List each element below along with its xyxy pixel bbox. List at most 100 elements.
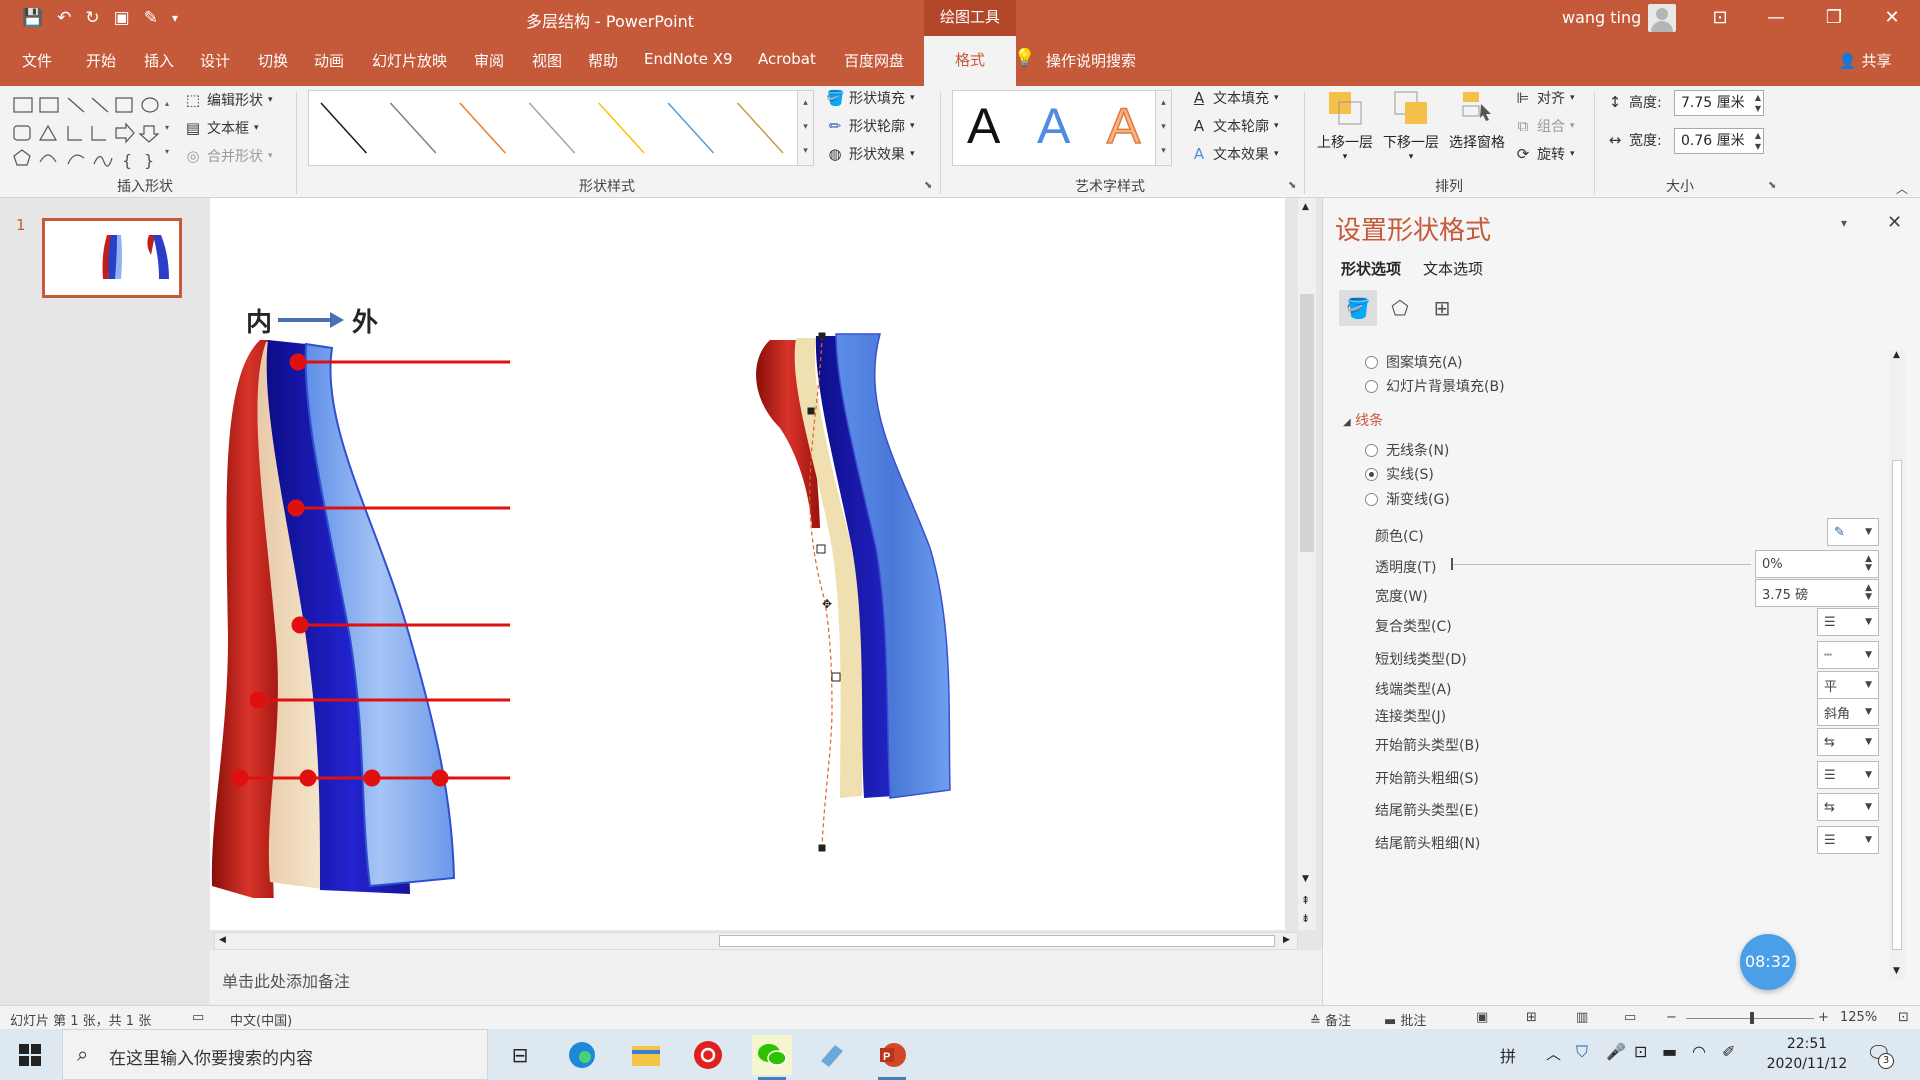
line-style-option[interactable] <box>667 102 715 154</box>
radio-selected[interactable] <box>1365 467 1378 481</box>
send-backward-button[interactable]: 下移一层 ▾ <box>1378 88 1444 174</box>
tab-transitions[interactable]: 切换 <box>258 50 288 71</box>
end-arrow-type-dropdown[interactable]: ⇆ ▼ <box>1817 793 1879 821</box>
tab-acrobat[interactable]: Acrobat <box>758 50 816 68</box>
join-type-dropdown[interactable]: 斜角 ▼ <box>1817 698 1879 726</box>
radio[interactable] <box>1365 379 1378 393</box>
slide-canvas[interactable]: 内 外 ✥ <box>210 198 1285 930</box>
selection-pane-button[interactable]: 选择窗格 <box>1444 88 1510 174</box>
label-inner[interactable]: 内 <box>246 302 272 339</box>
line-section-header[interactable]: ◢ 线条 <box>1343 410 1383 430</box>
gallery-scroll[interactable]: ▴ ▾ ▾ <box>797 91 813 165</box>
end-arrow-size-dropdown[interactable]: ☰ ▼ <box>1817 826 1879 854</box>
height-spinner[interactable]: ▲ ▼ <box>1755 92 1761 114</box>
wechat-icon[interactable] <box>752 1035 792 1080</box>
scroll-up-icon[interactable]: ▲ <box>1893 350 1900 360</box>
effects-tab[interactable]: ⬠ <box>1381 290 1419 326</box>
comments-toggle[interactable]: ▬ 批注 <box>1384 1010 1426 1029</box>
tab-home[interactable]: 开始 <box>86 50 116 71</box>
slide-thumbnail-1[interactable] <box>42 218 182 298</box>
reading-view-icon[interactable]: ▥ <box>1576 1010 1588 1025</box>
line-style-option[interactable] <box>528 102 576 154</box>
zoom-out-icon[interactable]: − <box>1666 1010 1677 1025</box>
tab-shape-options[interactable]: 形状选项 <box>1341 258 1401 279</box>
tab-insert[interactable]: 插入 <box>144 50 174 71</box>
wifi-icon[interactable]: ◠ <box>1692 1042 1706 1061</box>
user-name[interactable]: wang ting <box>1562 8 1641 27</box>
line-color-picker[interactable]: ✎ ▼ <box>1827 518 1879 546</box>
edit-shape-button[interactable]: ⬚ 编辑形状 ▾ <box>184 90 273 110</box>
tell-me-search[interactable]: 操作说明搜索 <box>1046 50 1136 71</box>
fill-option-slide-background[interactable]: 幻灯片背景填充(B) <box>1365 376 1505 396</box>
tab-format[interactable]: 格式 <box>924 36 1016 86</box>
microphone-icon[interactable]: 🎤 <box>1606 1042 1626 1061</box>
fit-to-window-icon[interactable]: ⊡ <box>1898 1010 1909 1025</box>
tab-design[interactable]: 设计 <box>200 50 230 71</box>
tab-review[interactable]: 审阅 <box>474 50 504 71</box>
slide-sorter-icon[interactable]: ⊞ <box>1526 1010 1537 1025</box>
security-shield-icon[interactable]: ⛉ <box>1576 1042 1588 1062</box>
wordart-blue-sample[interactable]: A <box>1037 97 1070 155</box>
line-option-gradient[interactable]: 渐变线(G) <box>1365 489 1450 509</box>
dialog-launcher-icon[interactable]: ⬊ <box>1768 180 1776 191</box>
ribbon-display-options-icon[interactable]: ⊡ <box>1694 0 1746 36</box>
spell-check-icon[interactable]: ▭ <box>192 1010 204 1025</box>
taskbar-search-box[interactable]: ⌕ 在这里输入你要搜索的内容 <box>62 1029 488 1080</box>
fill-line-tab[interactable]: 🪣 <box>1339 290 1377 326</box>
rotate-button[interactable]: ⟳ 旋转 ▾ <box>1514 144 1575 164</box>
vertical-scrollbar[interactable]: ▲ ▼ ⇞ ⇟ <box>1298 198 1316 930</box>
system-clock[interactable]: 22:51 2020/11/12 <box>1762 1034 1852 1074</box>
tab-endnote[interactable]: EndNote X9 <box>644 50 733 68</box>
start-button[interactable] <box>10 1035 50 1075</box>
minimize-button[interactable]: — <box>1750 0 1802 36</box>
collapse-ribbon-icon[interactable]: ︿ <box>1896 180 1908 197</box>
next-slide-icon[interactable]: ⇟ <box>1301 912 1310 925</box>
text-outline-button[interactable]: A 文本轮廓 ▾ <box>1190 116 1279 136</box>
task-view-icon[interactable]: ⊟ <box>500 1035 540 1075</box>
netease-music-icon[interactable] <box>688 1035 728 1075</box>
text-box-button[interactable]: ▤ 文本框 ▾ <box>184 118 259 138</box>
pane-scroll-thumb[interactable] <box>1892 460 1902 950</box>
tab-text-options[interactable]: 文本选项 <box>1423 258 1483 279</box>
close-pane-button[interactable]: ✕ <box>1887 212 1902 233</box>
pane-options-icon[interactable]: ▾ <box>1841 216 1847 230</box>
compound-type-dropdown[interactable]: ☰ ▼ <box>1817 608 1879 636</box>
dialog-launcher-icon[interactable]: ⬊ <box>924 180 932 191</box>
transparency-slider-thumb[interactable] <box>1451 558 1453 570</box>
zoom-slider-thumb[interactable] <box>1750 1012 1754 1024</box>
scroll-right-icon[interactable]: ▶ <box>1283 935 1290 945</box>
tab-file[interactable]: 文件 <box>22 50 52 71</box>
screen-record-icon[interactable]: ⊡ <box>1634 1042 1647 1061</box>
line-style-option[interactable] <box>320 102 367 154</box>
shape-style-gallery[interactable]: ▴ ▾ ▾ <box>308 90 814 166</box>
align-button[interactable]: ⊫ 对齐 ▾ <box>1514 88 1574 108</box>
radio[interactable] <box>1365 492 1378 506</box>
bring-forward-button[interactable]: 上移一层 ▾ <box>1312 88 1378 174</box>
height-input[interactable]: 7.75 厘米 ▲ ▼ <box>1674 90 1764 116</box>
zoom-in-icon[interactable]: + <box>1818 1010 1829 1025</box>
text-effects-button[interactable]: A 文本效果 ▾ <box>1190 144 1279 164</box>
line-style-option[interactable] <box>737 102 784 154</box>
show-hidden-icons[interactable]: ︿ <box>1546 1043 1561 1064</box>
gallery-scroll[interactable]: ▴ ▾ ▾ <box>1155 91 1171 165</box>
fill-option-pattern[interactable]: 图案填充(A) <box>1365 352 1463 372</box>
horizontal-scrollbar[interactable]: ◀ ▶ <box>214 932 1298 950</box>
tab-baidu-netdisk[interactable]: 百度网盘 <box>844 50 904 71</box>
ime-indicator[interactable]: 拼 <box>1500 1043 1516 1067</box>
avatar[interactable] <box>1648 4 1676 32</box>
normal-view-icon[interactable]: ▣ <box>1476 1010 1488 1025</box>
text-fill-button[interactable]: A 文本填充 ▾ <box>1190 88 1279 108</box>
transparency-input[interactable]: 0% ▲ ▼ <box>1755 550 1879 578</box>
zoom-level[interactable]: 125% <box>1840 1010 1877 1025</box>
label-outer[interactable]: 外 <box>352 302 378 339</box>
shape-fill-button[interactable]: 🪣 形状填充 ▾ <box>826 88 915 108</box>
cap-type-dropdown[interactable]: 平 ▼ <box>1817 671 1879 699</box>
begin-arrow-size-dropdown[interactable]: ☰ ▼ <box>1817 761 1879 789</box>
wordart-black-sample[interactable]: A <box>967 97 1000 155</box>
pane-scrollbar[interactable]: ▲ ▼ <box>1889 350 1905 980</box>
slideshow-view-icon[interactable]: ▭ <box>1624 1010 1636 1025</box>
multilayer-figure-left[interactable] <box>210 338 530 898</box>
language-indicator[interactable]: 中文(中国) <box>230 1010 292 1029</box>
battery-icon[interactable]: ▬ <box>1662 1042 1677 1061</box>
tab-view[interactable]: 视图 <box>532 50 562 71</box>
